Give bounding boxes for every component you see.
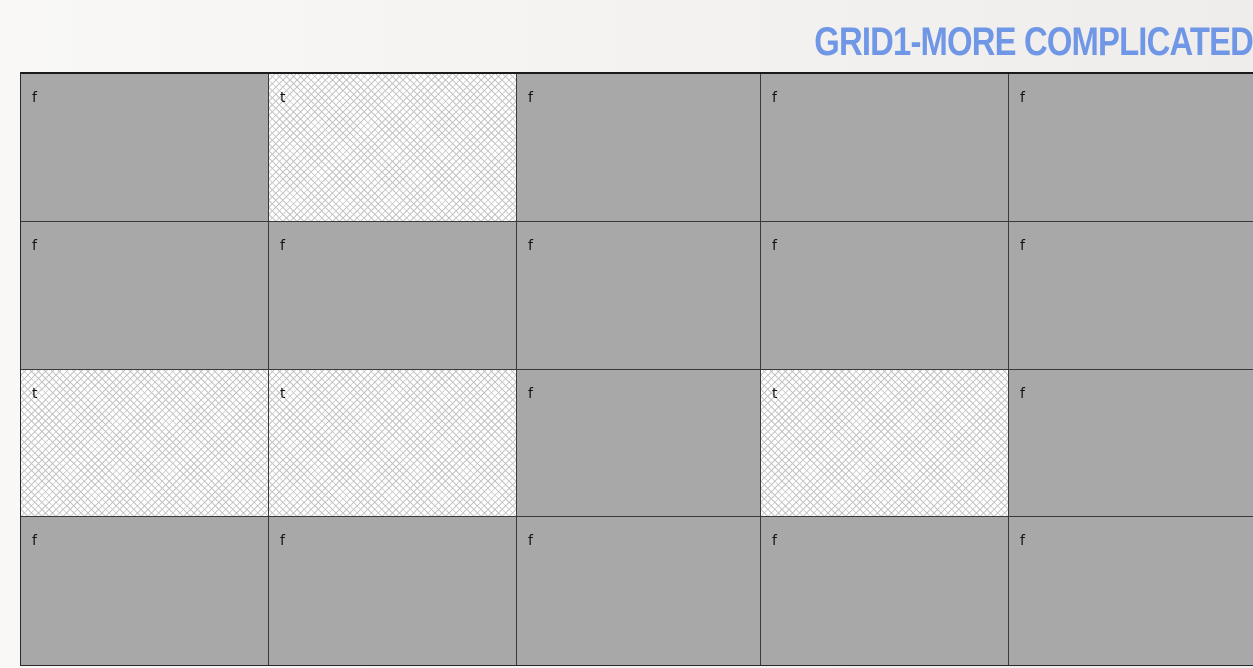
cell-value: t xyxy=(280,385,286,402)
cell-value: f xyxy=(280,533,285,550)
cell-value: f xyxy=(32,533,37,550)
cell-value: f xyxy=(528,237,533,254)
cell-value: t xyxy=(32,385,38,402)
cell-value: f xyxy=(1020,385,1025,402)
boolean-grid: f t f f f f f f f f t t f t f f f f f f xyxy=(20,72,1253,666)
cell-value: f xyxy=(1020,90,1025,106)
cell-value: f xyxy=(772,90,777,106)
cell-value: f xyxy=(1020,237,1025,254)
grid-cell[interactable]: f xyxy=(517,74,761,222)
page-title: GRID1-MORE COMPLICATED xyxy=(814,20,1253,64)
grid-cell[interactable]: t xyxy=(761,369,1009,518)
grid-cell[interactable]: t xyxy=(21,369,269,518)
grid-cell[interactable]: f xyxy=(761,221,1009,370)
cell-value: t xyxy=(772,385,778,402)
grid-cell[interactable]: t xyxy=(269,74,517,222)
grid-cell[interactable]: f xyxy=(761,517,1009,665)
grid-cell[interactable]: f xyxy=(1009,369,1253,518)
grid-cell[interactable]: f xyxy=(21,517,269,665)
grid-cell[interactable]: f xyxy=(517,369,761,518)
cell-value: f xyxy=(32,237,37,254)
cell-value: f xyxy=(32,90,37,106)
grid-cell[interactable]: f xyxy=(1009,74,1253,222)
cell-value: f xyxy=(528,90,533,106)
cell-value: f xyxy=(772,533,777,550)
grid-cell[interactable]: f xyxy=(21,221,269,370)
grid-cell[interactable]: f xyxy=(517,221,761,370)
cell-value: f xyxy=(280,237,285,254)
grid-cell[interactable]: t xyxy=(269,369,517,518)
grid-cell[interactable]: f xyxy=(761,74,1009,222)
grid-cell[interactable]: f xyxy=(517,517,761,665)
grid-cell[interactable]: f xyxy=(1009,221,1253,370)
cell-value: f xyxy=(528,533,533,550)
grid-cell[interactable]: f xyxy=(269,221,517,370)
grid-cell[interactable]: f xyxy=(21,74,269,222)
cell-value: f xyxy=(1020,533,1025,550)
grid-cell[interactable]: f xyxy=(1009,517,1253,665)
grid-cell[interactable]: f xyxy=(269,517,517,665)
cell-value: f xyxy=(772,237,777,254)
cell-value: t xyxy=(280,90,286,106)
cell-value: f xyxy=(528,385,533,402)
